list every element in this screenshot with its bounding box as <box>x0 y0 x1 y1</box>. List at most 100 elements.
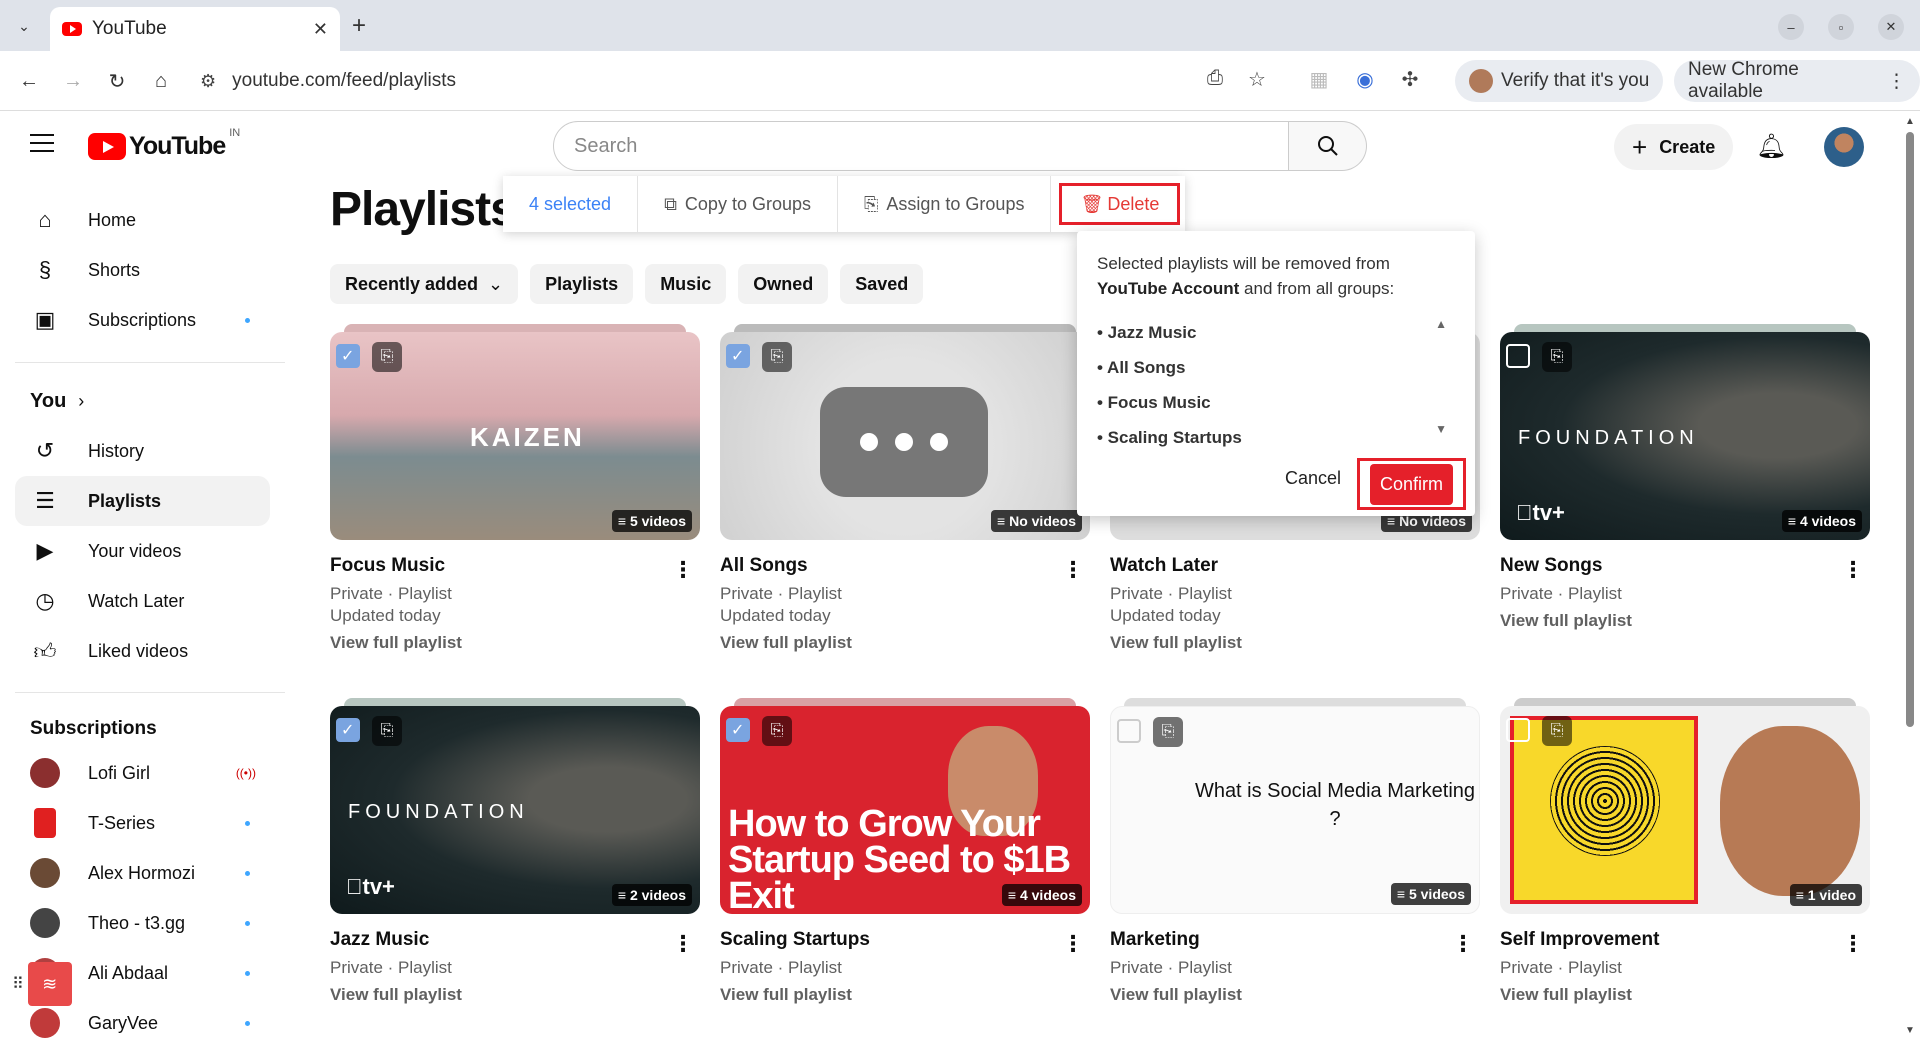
folder-icon[interactable]: ⎘ <box>372 716 402 746</box>
home-page-icon[interactable]: ⌂ <box>146 66 176 96</box>
sort-dropdown[interactable]: Recently added ⌄ <box>330 264 519 304</box>
site-info-icon[interactable]: ⚙ <box>200 71 216 92</box>
playlist-title[interactable]: Watch Later <box>1110 555 1480 577</box>
playlist-title[interactable]: Scaling Startups <box>720 929 1090 951</box>
bookmark-star-icon[interactable]: ☆ <box>1243 67 1271 92</box>
install-app-icon[interactable]: ⎙ <box>1201 67 1229 90</box>
restore-icon[interactable]: ▫ <box>1828 14 1854 40</box>
minimize-icon[interactable]: – <box>1778 14 1804 40</box>
assign-to-groups-button[interactable]: ⎘ Assign to Groups <box>838 176 1052 232</box>
playlist-title[interactable]: New Songs <box>1500 555 1870 577</box>
notifications-bell-icon[interactable]: 🔔︎ <box>1756 132 1786 161</box>
more-options-icon[interactable]: ⋮ <box>1062 557 1084 583</box>
view-full-playlist-link[interactable]: View full playlist <box>720 633 1090 653</box>
password-manager-icon[interactable]: ◉ <box>1351 67 1379 92</box>
sidebar-channel[interactable]: Lofi Girl ((•)) <box>15 748 270 798</box>
forward-icon[interactable]: → <box>58 66 88 96</box>
folder-icon[interactable]: ⎘ <box>372 342 402 372</box>
browser-tab[interactable]: YouTube ✕ <box>50 7 340 51</box>
playlist-title[interactable]: Marketing <box>1110 929 1480 951</box>
confirm-button[interactable]: Confirm <box>1357 458 1467 510</box>
delete-button[interactable]: 🗑︎ Delete <box>1059 183 1181 225</box>
wind-icon[interactable]: ≋ <box>27 962 72 1006</box>
search-input[interactable]: Search <box>553 121 1289 171</box>
folder-icon[interactable]: ⎘ <box>1153 717 1183 747</box>
view-full-playlist-link[interactable]: View full playlist <box>330 633 700 653</box>
chip-owned[interactable]: Owned <box>738 264 829 304</box>
playlist-thumbnail[interactable]: ⎘ ≡ 1 video <box>1500 706 1870 914</box>
playlist-card[interactable]: KAIZEN ⎘ ≡ 5 videos Focus Music ⋮ Privat… <box>330 324 700 653</box>
sidebar-you-header[interactable]: You › <box>30 390 84 413</box>
chip-playlists[interactable]: Playlists <box>530 264 634 304</box>
sidebar-item-home[interactable]: ⌂ Home <box>15 195 270 245</box>
select-checkbox[interactable] <box>1117 719 1141 743</box>
sidebar-item-liked-videos[interactable]: 👍︎ Liked videos <box>15 626 270 676</box>
create-button[interactable]: + Create <box>1614 124 1734 170</box>
playlist-card[interactable]: ⎘ ≡ No videos All Songs ⋮ Private · Play… <box>720 324 1090 653</box>
chrome-update-button[interactable]: New Chrome available ⋮ <box>1674 59 1920 102</box>
reload-icon[interactable]: ↻ <box>102 66 132 96</box>
view-full-playlist-link[interactable]: View full playlist <box>1500 611 1870 631</box>
select-checkbox[interactable] <box>1506 344 1530 368</box>
new-tab-icon[interactable]: + <box>352 12 366 40</box>
close-window-icon[interactable]: ✕ <box>1878 14 1904 40</box>
playlist-card[interactable]: How to Grow Your Startup Seed to $1B Exi… <box>720 698 1090 1005</box>
account-avatar[interactable] <box>1824 127 1864 167</box>
playlist-card[interactable]: ⎘ ≡ 1 video Self Improvement ⋮ Private ·… <box>1500 698 1870 1005</box>
more-options-icon[interactable]: ⋮ <box>672 931 694 957</box>
sidebar-item-playlists[interactable]: ☰ Playlists <box>15 476 270 526</box>
more-options-icon[interactable]: ⋮ <box>672 557 694 583</box>
playlist-thumbnail[interactable]: KAIZEN ⎘ ≡ 5 videos <box>330 332 700 540</box>
playlist-title[interactable]: Focus Music <box>330 555 700 577</box>
verify-identity-button[interactable]: Verify that it's you <box>1455 60 1664 102</box>
playlist-thumbnail[interactable]: ⎘ ≡ No videos <box>720 332 1090 540</box>
folder-icon[interactable]: ⎘ <box>762 716 792 746</box>
search-button[interactable] <box>1289 121 1367 171</box>
sidebar-channel[interactable]: Theo - t3.gg <box>15 898 270 948</box>
scroll-down-arrow-icon[interactable]: ▼ <box>1905 1025 1915 1036</box>
folder-icon[interactable]: ⎘ <box>762 342 792 372</box>
copy-to-groups-button[interactable]: ⧉ Copy to Groups <box>638 176 838 232</box>
extension-icon[interactable]: ▦ <box>1305 67 1333 92</box>
select-checkbox[interactable] <box>726 718 750 742</box>
folder-icon[interactable]: ⎘ <box>1542 716 1572 746</box>
more-options-icon[interactable]: ⋮ <box>1842 931 1864 957</box>
sidebar-item-watch-later[interactable]: ◷ Watch Later <box>15 576 270 626</box>
floating-extension-widget[interactable]: ⠿ ≋ <box>12 962 82 1006</box>
cancel-button[interactable]: Cancel <box>1273 460 1353 497</box>
youtube-logo[interactable]: YouTube IN <box>88 127 240 161</box>
playlist-card[interactable]: FOUNDATION tv+ ⎘ ≡ 4 videos New Songs ⋮… <box>1500 324 1870 631</box>
sidebar-channel[interactable]: T-Series <box>15 798 270 848</box>
scroll-up-icon[interactable]: ▲ <box>1435 317 1447 331</box>
back-icon[interactable]: ← <box>14 66 44 96</box>
tab-close-icon[interactable]: ✕ <box>313 19 328 40</box>
page-scrollbar[interactable]: ▲ ▼ <box>1900 112 1920 1038</box>
guide-menu-icon[interactable] <box>30 134 54 158</box>
playlist-thumbnail[interactable]: What is Social Media Marketing ? ⎘ ≡ 5 v… <box>1110 706 1480 914</box>
playlist-thumbnail[interactable]: How to Grow Your Startup Seed to $1B Exi… <box>720 706 1090 914</box>
more-options-icon[interactable]: ⋮ <box>1062 931 1084 957</box>
sidebar-item-history[interactable]: ↺ History <box>15 426 270 476</box>
playlist-title[interactable]: Self Improvement <box>1500 929 1870 951</box>
view-full-playlist-link[interactable]: View full playlist <box>1500 985 1870 1005</box>
view-full-playlist-link[interactable]: View full playlist <box>1110 985 1480 1005</box>
sidebar-item-your-videos[interactable]: ▶ Your videos <box>15 526 270 576</box>
drag-handle-icon[interactable]: ⠿ <box>12 974 24 994</box>
view-full-playlist-link[interactable]: View full playlist <box>330 985 700 1005</box>
sidebar-item-shorts[interactable]: § Shorts <box>15 245 270 295</box>
sidebar-item-subscriptions[interactable]: ▣ Subscriptions <box>15 295 270 345</box>
more-options-icon[interactable]: ⋮ <box>1452 931 1474 957</box>
playlist-thumbnail[interactable]: FOUNDATION tv+ ⎘ ≡ 4 videos <box>1500 332 1870 540</box>
view-full-playlist-link[interactable]: View full playlist <box>720 985 1090 1005</box>
chip-saved[interactable]: Saved <box>840 264 924 304</box>
select-checkbox[interactable] <box>336 718 360 742</box>
chip-music[interactable]: Music <box>645 264 727 304</box>
extensions-puzzle-icon[interactable]: ✣ <box>1396 67 1424 92</box>
folder-icon[interactable]: ⎘ <box>1542 342 1572 372</box>
playlist-thumbnail[interactable]: FOUNDATION tv+ ⎘ ≡ 2 videos <box>330 706 700 914</box>
select-checkbox[interactable] <box>336 344 360 368</box>
sidebar-channel[interactable]: Alex Hormozi <box>15 848 270 898</box>
tab-search-icon[interactable]: ⌄ <box>10 12 38 40</box>
playlist-card[interactable]: FOUNDATION tv+ ⎘ ≡ 2 videos Jazz Music … <box>330 698 700 1005</box>
scrollbar-thumb[interactable] <box>1906 132 1914 727</box>
